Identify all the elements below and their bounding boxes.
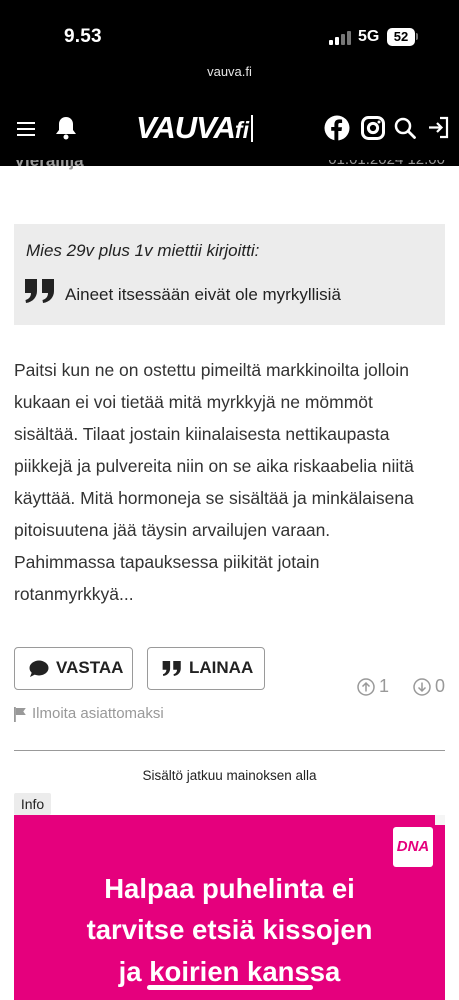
dna-logo: DNA bbox=[393, 827, 433, 867]
reply-label: VASTAA bbox=[56, 658, 124, 677]
downvote-count: 0 bbox=[435, 676, 446, 696]
login-icon[interactable] bbox=[427, 116, 450, 139]
battery-tip bbox=[416, 33, 418, 40]
quote-text: Aineet itsessään eivät ole myrkyllisiä bbox=[65, 285, 341, 304]
instagram-icon[interactable] bbox=[361, 116, 385, 140]
report-label: Ilmoita asiattomaksi bbox=[32, 705, 164, 722]
quote-icon bbox=[162, 661, 181, 676]
logo-main: VAUVA bbox=[136, 110, 236, 145]
post-line: rotanmyrkkyä... bbox=[14, 584, 134, 604]
advertisement-banner[interactable]: DNA Halpaa puhelinta ei tarvitse etsiä k… bbox=[14, 815, 445, 1000]
quote-button[interactable]: LAINAA bbox=[147, 647, 265, 690]
quote-mark-icon bbox=[25, 279, 54, 303]
post-line: pitoisuutena jää täysin arvailujen varaa… bbox=[14, 520, 331, 540]
ad-headline-line: tarvitse etsiä kissojen bbox=[86, 914, 373, 945]
facebook-icon[interactable] bbox=[324, 115, 350, 141]
arrow-down-circle-icon bbox=[413, 678, 431, 696]
post-line: Paitsi kun ne on ostettu pimeiltä markki… bbox=[14, 360, 409, 380]
post-line: Pahimmassa tapauksessa piikität jotain bbox=[14, 552, 320, 572]
reply-button[interactable]: VASTAA bbox=[14, 647, 133, 690]
post-line: piikkejä ja pulvereita niin on se aika r… bbox=[14, 456, 414, 476]
search-icon[interactable] bbox=[394, 117, 416, 139]
arrow-up-circle-icon bbox=[357, 678, 375, 696]
cellular-signal-icon bbox=[329, 29, 351, 45]
post-body: Paitsi kun ne on ostettu pimeiltä markki… bbox=[14, 354, 445, 610]
vauva-logo[interactable]: VAUVAfi bbox=[136, 110, 253, 146]
ad-choices-icon[interactable] bbox=[435, 815, 445, 825]
top-bar: 9.53 5G 52 vauva.fi VAUVAfi bbox=[0, 0, 459, 166]
ad-notice: Sisältö jatkuu mainoksen alla bbox=[142, 768, 317, 783]
upvote-count: 1 bbox=[379, 676, 390, 696]
post-line: käyttää. Mitä hormoneja se sisältää ja m… bbox=[14, 488, 414, 508]
menu-icon[interactable] bbox=[17, 121, 35, 137]
home-indicator[interactable] bbox=[147, 985, 313, 990]
speech-bubble-icon bbox=[29, 660, 49, 677]
quote-label: LAINAA bbox=[189, 658, 254, 677]
status-time: 9.53 bbox=[64, 26, 102, 47]
previous-date: 01.01.2024 12.00 bbox=[328, 160, 445, 168]
ad-headline-line: Halpaa puhelinta ei bbox=[104, 873, 355, 904]
quote-author: Mies 29v plus 1v miettii kirjoitti: bbox=[26, 241, 260, 260]
previous-author: Vierailija bbox=[14, 160, 84, 170]
post-line: kukaan ei voi tietää mitä myrkkyjä ne mö… bbox=[14, 392, 373, 412]
ad-headline-line: ja koirien kanssa bbox=[118, 956, 341, 987]
browser-url[interactable]: vauva.fi bbox=[0, 64, 459, 79]
previous-message-meta: Vierailija 01.01.2024 12.00 bbox=[14, 160, 445, 174]
logo-suffix: fi bbox=[234, 117, 249, 143]
quote-block: Mies 29v plus 1v miettii kirjoitti: Aine… bbox=[14, 224, 445, 325]
site-header: VAUVAfi bbox=[0, 100, 459, 160]
battery-icon: 52 bbox=[387, 28, 415, 46]
network-type: 5G bbox=[358, 28, 380, 45]
post-line: sisältää. Tilaat jostain kiinalaisesta n… bbox=[14, 424, 390, 444]
bell-icon[interactable] bbox=[55, 116, 77, 140]
ad-info-label[interactable]: Info bbox=[14, 793, 51, 815]
flag-icon bbox=[14, 707, 26, 722]
divider bbox=[14, 750, 445, 751]
